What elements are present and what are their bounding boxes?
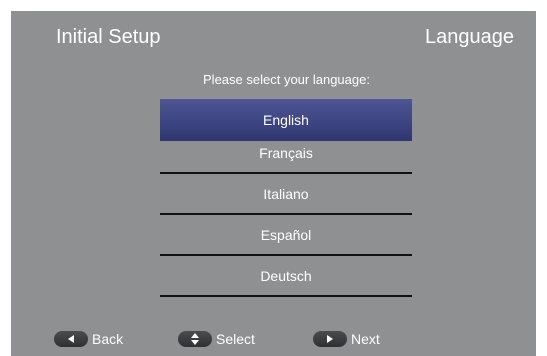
up-down-arrows-icon xyxy=(178,331,212,347)
language-option-label: Italiano xyxy=(263,185,309,202)
language-option-italiano[interactable]: Italiano xyxy=(160,174,412,215)
next-button[interactable]: Next xyxy=(313,329,380,349)
triangle-left-icon xyxy=(54,331,88,347)
language-option-english[interactable]: English xyxy=(160,99,412,141)
language-option-label: Français xyxy=(259,145,313,161)
language-prompt: Please select your language: xyxy=(203,72,370,87)
select-label: Select xyxy=(216,331,255,347)
setup-screen: Initial Setup Language Please select you… xyxy=(11,11,536,356)
back-label: Back xyxy=(92,331,124,347)
section-title: Language xyxy=(425,26,514,48)
language-list: English Français Italiano Español Deutsc… xyxy=(160,99,412,297)
select-button[interactable]: Select xyxy=(178,329,255,349)
language-option-label: Deutsch xyxy=(260,267,312,284)
language-option-espanol[interactable]: Español xyxy=(160,215,412,256)
language-option-francais[interactable]: Français xyxy=(160,141,412,174)
triangle-right-icon xyxy=(313,331,347,347)
language-option-deutsch[interactable]: Deutsch xyxy=(160,256,412,297)
language-option-label: Español xyxy=(260,226,312,243)
button-hint-bar: Back Select Next xyxy=(11,329,536,349)
next-label: Next xyxy=(351,331,380,347)
page-title: Initial Setup xyxy=(56,26,161,48)
language-option-label: English xyxy=(263,112,309,128)
back-button[interactable]: Back xyxy=(54,329,123,349)
